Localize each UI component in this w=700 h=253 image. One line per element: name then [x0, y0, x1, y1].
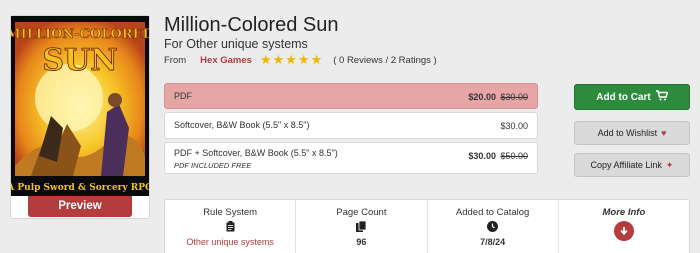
cover-image[interactable]: MILLION-COLORED SUN A Pulp Sword & Sorce… — [11, 16, 149, 196]
cover-tagline: A Pulp Sword & Sorcery RPG — [11, 183, 149, 193]
wishlist-label: Add to Wishlist — [597, 128, 658, 138]
format-price: $30.00 $50.00 — [468, 151, 528, 161]
price-current: $20.00 — [468, 92, 496, 102]
info-page-count: Page Count 96 — [296, 200, 428, 253]
format-name: PDF — [174, 91, 192, 101]
cover-title-line2: SUN — [42, 43, 117, 78]
info-rule-system: Rule System Other unique systems — [165, 200, 297, 253]
more-info-label: More Info — [602, 207, 646, 218]
product-info-strip: Rule System Other unique systems Page Co… — [164, 199, 690, 253]
copy-affiliate-link-button[interactable]: Copy Affiliate Link ✦ — [574, 153, 690, 177]
added-date-value: 7/8/24 — [480, 237, 506, 247]
sparkle-icon: ✦ — [665, 159, 674, 170]
price-original: $30.00 — [500, 92, 528, 102]
star-icon: ★ — [285, 52, 297, 67]
add-to-wishlist-button[interactable]: Add to Wishlist ♥ — [574, 121, 690, 145]
format-name: PDF + Softcover, B&W Book (5.5" x 8.5") — [174, 148, 338, 158]
cover-title-line1: MILLION-COLORED — [11, 27, 149, 42]
arrow-down-circle-icon[interactable] — [613, 221, 634, 241]
info-label: Added to Catalog — [455, 207, 530, 218]
format-option-softcover[interactable]: Softcover, B&W Book (5.5" x 8.5") $30.00 — [164, 112, 538, 139]
clock-icon — [428, 221, 558, 235]
info-label: Rule System — [203, 207, 258, 218]
rating-stars[interactable]: ★ ★ ★ ★ ★ — [260, 53, 323, 67]
format-note: PDF INCLUDED FREE — [174, 161, 252, 170]
publisher-row: From Hex Games ★ ★ ★ ★ ★ ( 0 Reviews / 2… — [164, 53, 437, 67]
info-more: More Info — [559, 200, 689, 253]
info-added: Added to Catalog 7/8/24 — [428, 200, 559, 253]
heart-icon: ♥ — [661, 128, 667, 138]
product-title: Million-Colored Sun — [164, 14, 339, 36]
info-label: Page Count — [336, 207, 387, 218]
format-option-pdf-softcover[interactable]: PDF + Softcover, B&W Book (5.5" x 8.5") … — [164, 142, 538, 174]
product-cover-card: MILLION-COLORED SUN A Pulp Sword & Sorce… — [10, 15, 150, 219]
add-to-cart-button[interactable]: Add to Cart — [574, 84, 690, 110]
star-icon: ★ — [310, 52, 323, 67]
format-price: $20.00 $30.00 — [468, 92, 528, 102]
price-current: $30.00 — [500, 121, 528, 131]
star-icon: ★ — [297, 52, 310, 67]
from-label: From — [164, 54, 187, 66]
price-current: $30.00 — [468, 151, 496, 161]
publisher-link[interactable]: Hex Games — [200, 55, 252, 66]
product-subtitle: For Other unique systems — [164, 37, 308, 51]
price-original: $50.00 — [500, 151, 528, 161]
affiliate-label: Copy Affiliate Link — [590, 160, 662, 170]
shopping-cart-icon — [655, 90, 669, 104]
preview-button[interactable]: Preview — [28, 196, 132, 217]
format-price: $30.00 — [500, 121, 528, 131]
add-to-cart-label: Add to Cart — [596, 91, 651, 103]
reviews-count[interactable]: ( 0 Reviews / 2 Ratings ) — [333, 55, 436, 66]
rule-system-link[interactable]: Other unique systems — [165, 237, 295, 247]
page-count-value: 96 — [356, 237, 367, 247]
star-icon: ★ — [259, 52, 272, 67]
clipboard-icon — [165, 221, 295, 235]
pages-icon — [296, 220, 426, 235]
format-name: Softcover, B&W Book (5.5" x 8.5") — [174, 120, 310, 130]
star-icon: ★ — [272, 52, 285, 67]
format-option-pdf[interactable]: PDF $20.00 $30.00 — [164, 83, 538, 109]
